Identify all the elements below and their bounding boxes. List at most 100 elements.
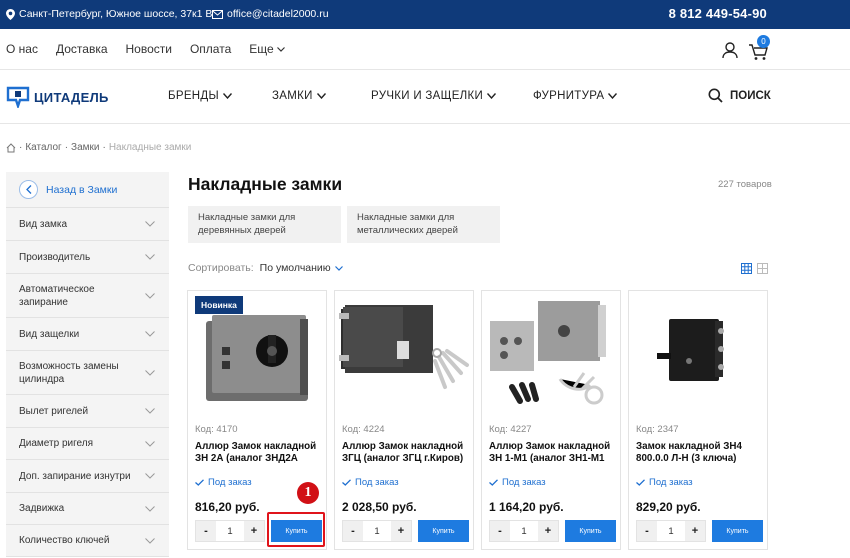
subcategory-wood-doors[interactable]: Накладные замки для деревянных дверей [188, 206, 341, 243]
product-card[interactable]: Код: 2347 Замок накладной ЗН4 800.0.0 Л-… [628, 290, 768, 550]
buy-button[interactable]: Купить [712, 520, 763, 542]
nav-link-delivery[interactable]: Доставка [56, 42, 108, 56]
filter-label: Автоматическое запирание [19, 283, 95, 308]
filter-label: Доп. запирание изнутри [19, 470, 131, 482]
home-icon[interactable] [6, 142, 16, 153]
quantity-value[interactable]: 1 [363, 526, 391, 537]
product-price: 1 164,20 руб. [489, 500, 564, 514]
breadcrumb-catalog[interactable]: Каталог [25, 142, 61, 153]
check-icon [489, 479, 498, 486]
filter-auto-locking[interactable]: Автоматическое запирание [6, 274, 169, 318]
buy-button[interactable]: Купить [418, 520, 469, 542]
product-name[interactable]: Замок накладной ЗН4 800.0.0 Л-Н (3 ключа… [636, 441, 764, 465]
increase-button[interactable]: + [685, 521, 705, 541]
address-text: Санкт-Петербург, Южное шоссе, 37к1 В [19, 8, 213, 20]
new-badge: Новинка [195, 296, 243, 314]
menu-hardware[interactable]: ФУРНИТУРА [533, 90, 618, 102]
product-name[interactable]: Аллюр Замок накладной ЗН 2А (аналог ЗНД2… [195, 441, 323, 465]
increase-button[interactable]: + [244, 521, 264, 541]
chevron-down-icon [316, 93, 326, 99]
sort-dropdown[interactable]: По умолчанию [260, 262, 343, 274]
product-card[interactable]: Код: 4227 Аллюр Замок накладной ЗН 1-М1 … [481, 290, 621, 550]
nav-link-about[interactable]: О нас [6, 42, 38, 56]
product-price: 2 028,50 руб. [342, 500, 417, 514]
chevron-down-icon [145, 537, 155, 544]
menu-brands[interactable]: БРЕНДЫ [168, 90, 232, 102]
product-code: Код: 4170 [195, 424, 238, 435]
cart-count-badge: 0 [757, 35, 770, 48]
availability: Под заказ [489, 477, 546, 488]
check-icon [195, 479, 204, 486]
chevron-down-icon [145, 408, 155, 414]
filter-label: Производитель [19, 251, 91, 263]
chevron-down-icon [145, 292, 155, 299]
list-view-icon[interactable] [757, 263, 768, 274]
quantity-value[interactable]: 1 [510, 526, 538, 537]
product-name[interactable]: Аллюр Замок накладной ЗГЦ (аналог ЗГЦ г.… [342, 441, 470, 465]
back-circle [19, 180, 38, 199]
menu-locks-label: ЗАМКИ [272, 90, 313, 102]
check-icon [636, 479, 645, 486]
product-price: 829,20 руб. [636, 500, 701, 514]
check-icon [342, 479, 351, 486]
breadcrumb: · Каталог · Замки · Накладные замки [6, 142, 191, 153]
filter-label: Количество ключей [19, 535, 110, 546]
chevron-down-icon [145, 440, 155, 447]
filter-manufacturer[interactable]: Производитель [6, 241, 169, 274]
email-text: office@citadel2000.ru [227, 8, 329, 20]
filter-bolt-throw[interactable]: Вылет ригелей [6, 395, 169, 428]
annotation-number-badge: 1 [297, 482, 319, 504]
decrease-button[interactable]: - [490, 521, 510, 541]
chevron-down-icon [145, 369, 155, 376]
filter-inside-locking[interactable]: Доп. запирание изнутри [6, 460, 169, 493]
product-count: 227 товаров [718, 179, 772, 190]
menu-locks[interactable]: ЗАМКИ [272, 90, 326, 102]
sort-label: Сортировать: [188, 262, 254, 274]
address[interactable]: Санкт-Петербург, Южное шоссе, 37к1 В [6, 8, 212, 20]
back-to-locks-link[interactable]: Назад в Замки [6, 172, 169, 208]
filter-slide-bolt[interactable]: Задвижка [6, 493, 169, 525]
buy-button[interactable]: Купить [565, 520, 616, 542]
product-image[interactable] [335, 291, 473, 416]
increase-button[interactable]: + [391, 521, 411, 541]
filter-latch-type[interactable]: Вид защелки [6, 318, 169, 351]
email-link[interactable]: office@citadel2000.ru [212, 8, 329, 20]
search-label: ПОИСК [730, 89, 771, 102]
chevron-down-icon [276, 46, 285, 52]
nav-link-more[interactable]: Еще [249, 42, 285, 56]
filter-bolt-diameter[interactable]: Диаметр ригеля [6, 428, 169, 460]
nav-link-news[interactable]: Новости [126, 42, 172, 56]
subcategory-metal-doors[interactable]: Накладные замки для металлических дверей [347, 206, 500, 243]
availability: Под заказ [195, 477, 252, 488]
product-card[interactable]: Код: 4224 Аллюр Замок накладной ЗГЦ (ана… [334, 290, 474, 550]
decrease-button[interactable]: - [343, 521, 363, 541]
product-card[interactable]: Новинка Код: 4170 Аллюр Замок накладной … [187, 290, 327, 550]
filter-keys-count[interactable]: Количество ключей [6, 525, 169, 557]
user-icon[interactable] [721, 41, 739, 59]
citadel-logo-icon [6, 86, 30, 108]
product-code: Код: 2347 [636, 424, 679, 435]
filter-label: Возможность замены цилиндра [19, 360, 119, 385]
quantity-stepper: - 1 + [636, 520, 706, 542]
decrease-button[interactable]: - [196, 521, 216, 541]
increase-button[interactable]: + [538, 521, 558, 541]
chevron-down-icon [145, 505, 155, 512]
logo[interactable]: ЦИТАДЕЛЬ [6, 86, 109, 108]
chevron-down-icon [608, 93, 618, 99]
filter-cylinder-replacement[interactable]: Возможность замены цилиндра [6, 351, 169, 395]
quantity-value[interactable]: 1 [216, 526, 244, 537]
quantity-value[interactable]: 1 [657, 526, 685, 537]
product-image[interactable] [482, 291, 620, 416]
filter-lock-type[interactable]: Вид замка [6, 208, 169, 241]
nav-link-payment[interactable]: Оплата [190, 42, 231, 56]
quantity-stepper: - 1 + [489, 520, 559, 542]
phone-link[interactable]: 8 812 449-54-90 [669, 6, 767, 21]
menu-handles[interactable]: РУЧКИ И ЗАЩЕЛКИ [371, 90, 497, 102]
search-button[interactable]: ПОИСК [708, 88, 771, 103]
sort-value: По умолчанию [259, 262, 331, 274]
decrease-button[interactable]: - [637, 521, 657, 541]
product-name[interactable]: Аллюр Замок накладной ЗН 1-М1 (аналог ЗН… [489, 441, 617, 465]
product-image[interactable] [629, 291, 767, 416]
breadcrumb-locks[interactable]: Замки [71, 142, 99, 153]
grid-view-icon[interactable] [741, 263, 752, 274]
